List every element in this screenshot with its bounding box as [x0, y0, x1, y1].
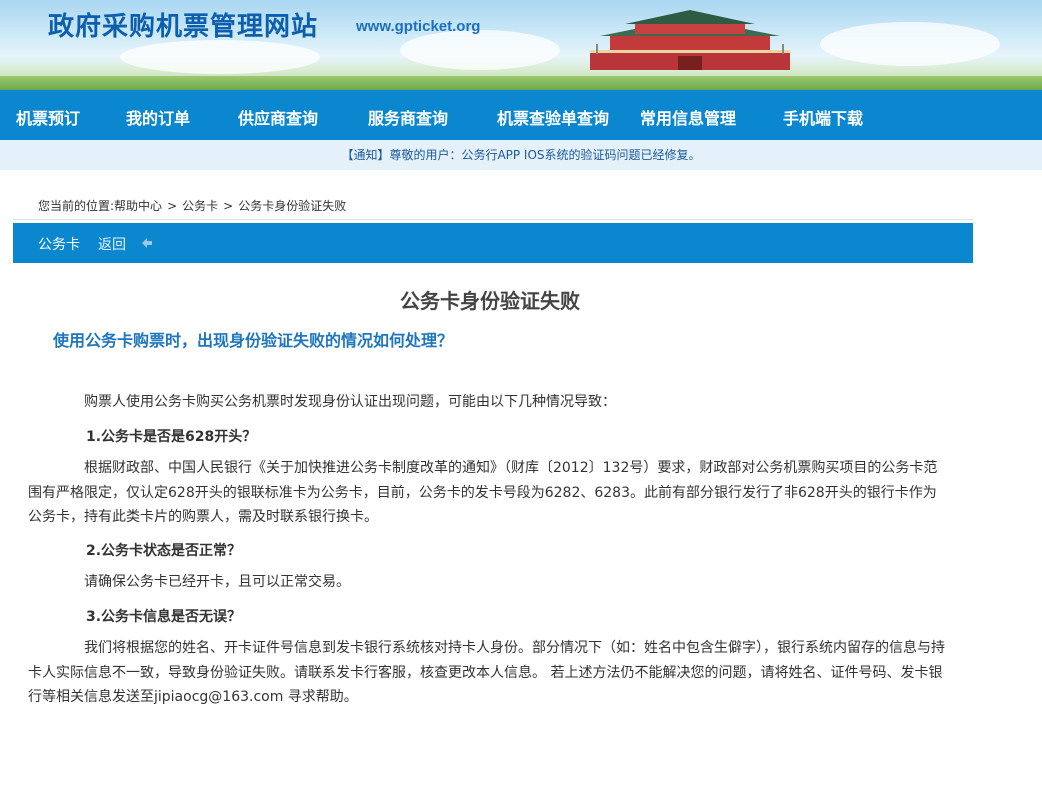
nav-item-common-info-management[interactable]: 常用信息管理	[640, 105, 736, 129]
breadcrumb-separator: >	[167, 199, 178, 213]
nav-item-mobile-download[interactable]: 手机端下载	[783, 105, 863, 129]
breadcrumb: 您当前的位置:帮助中心 > 公务卡 > 公务卡身份验证失败	[38, 197, 346, 214]
section-body: 根据财政部、中国人民银行《关于加快推进公务卡制度改革的通知》（财库〔2012〕1…	[28, 460, 938, 525]
section-heading: 3.公务卡信息是否无误？	[86, 609, 242, 625]
breadcrumb-item-business-card[interactable]: 公务卡	[182, 199, 218, 213]
site-url: www.gpticket.org	[356, 18, 481, 35]
main-nav: 机票预订 我的订单 供应商查询 服务商查询 机票查验单查询 常用信息管理 手机端…	[0, 90, 1042, 140]
nav-item-my-orders[interactable]: 我的订单	[126, 105, 190, 129]
section-body: 我们将根据您的姓名、开卡证件号信息到发卡银行系统核对持卡人身份。部分情况下（如：…	[28, 640, 945, 705]
site-title[interactable]: 政府采购机票管理网站	[48, 6, 318, 43]
nav-item-service-provider-query[interactable]: 服务商查询	[368, 105, 448, 129]
notice-text[interactable]: 【通知】尊敬的用户：公务行APP IOS系统的验证码问题已经修复。	[341, 148, 700, 162]
nav-item-supplier-query[interactable]: 供应商查询	[238, 105, 318, 129]
breadcrumb-item-current: 公务卡身份验证失败	[238, 199, 347, 213]
tiananmen-gate-icon	[590, 10, 790, 70]
section-heading: 2.公务卡状态是否正常？	[86, 543, 242, 559]
divider	[13, 219, 973, 220]
section-header-bar: 公务卡 返回	[13, 223, 973, 263]
back-link[interactable]: 返回	[98, 234, 126, 254]
section-title[interactable]: 公务卡	[38, 234, 80, 254]
section-heading: 1.公务卡是否是628开头？	[86, 429, 257, 445]
article-title: 公务卡身份验证失败	[400, 289, 580, 313]
nav-item-flight-booking[interactable]: 机票预订	[16, 105, 80, 129]
nav-item-ticket-verification-query[interactable]: 机票查验单查询	[497, 105, 609, 129]
cloud-decoration	[120, 40, 320, 74]
breadcrumb-separator: >	[223, 199, 234, 213]
back-arrow-icon[interactable]	[141, 237, 153, 249]
cloud-decoration	[820, 22, 1000, 66]
notice-bar: 【通知】尊敬的用户：公务行APP IOS系统的验证码问题已经修复。	[0, 140, 1042, 170]
ground-decoration	[0, 76, 1042, 90]
article-question: 使用公务卡购票时，出现身份验证失败的情况如何处理？	[53, 331, 454, 350]
section-body: 请确保公务卡已经开卡，且可以正常交易。	[84, 574, 350, 590]
breadcrumb-item-help-center[interactable]: 帮助中心	[114, 199, 162, 213]
breadcrumb-prefix: 您当前的位置:	[38, 199, 115, 213]
cloud-decoration	[400, 30, 560, 70]
article-intro: 购票人使用公务卡购买公务机票时发现身份认证出现问题，可能由以下几种情况导致：	[84, 394, 616, 410]
header-banner: 政府采购机票管理网站 www.gpticket.org	[0, 0, 1042, 90]
